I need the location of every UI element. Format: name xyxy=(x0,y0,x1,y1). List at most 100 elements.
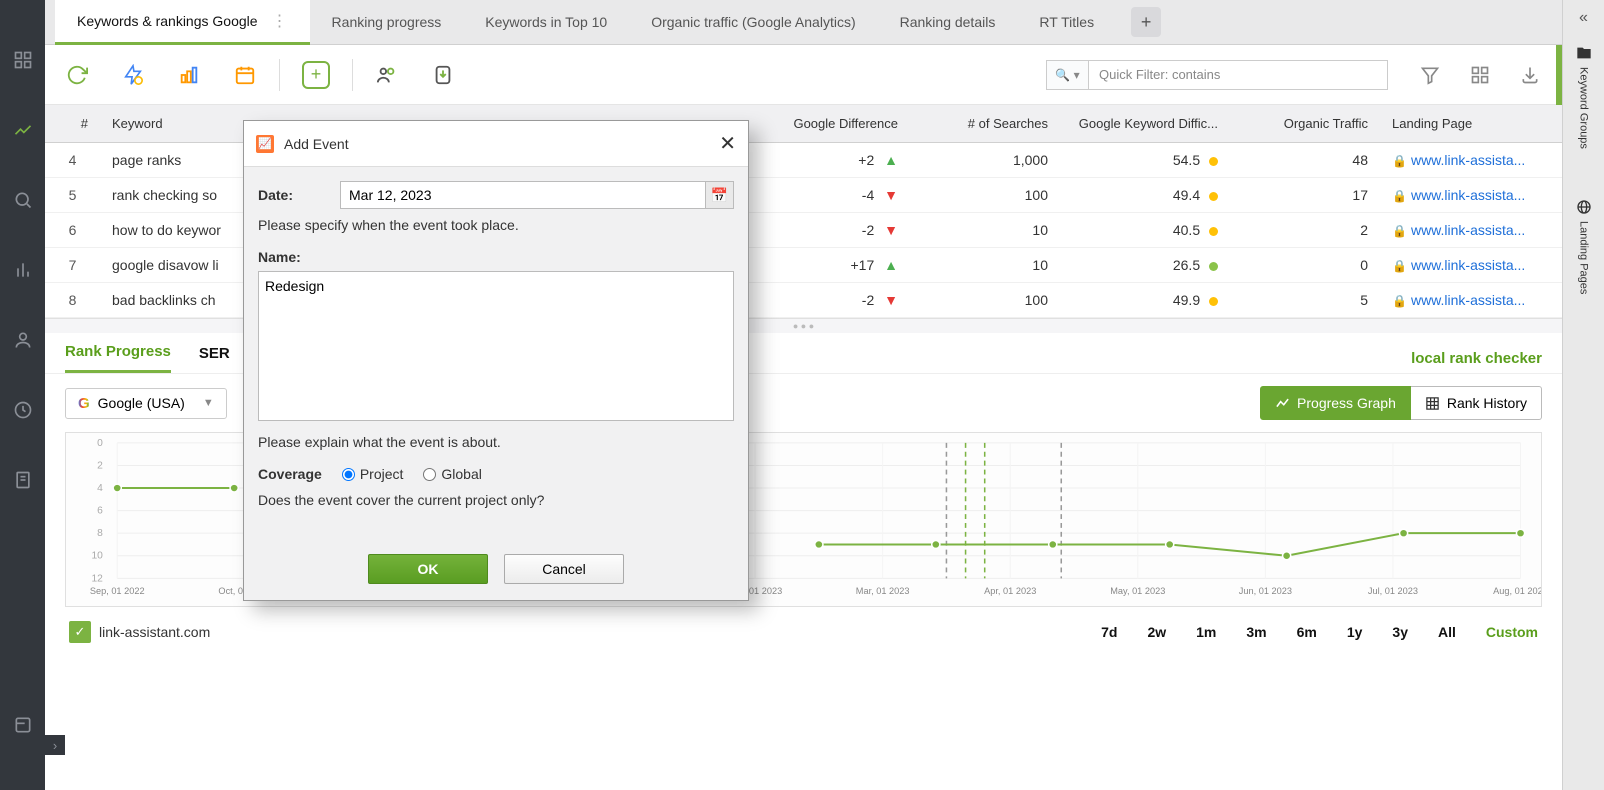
svg-text:2: 2 xyxy=(97,461,103,472)
tab-menu-icon[interactable]: ⋮ xyxy=(272,11,288,31)
cell-landing-page[interactable]: 🔒www.link-assista... xyxy=(1380,248,1562,283)
add-keyword-button[interactable]: + xyxy=(302,61,330,89)
tab-ser[interactable]: SER xyxy=(199,345,230,372)
modal-titlebar[interactable]: 📈 Add Event ✕ xyxy=(244,121,748,167)
col-searches[interactable]: # of Searches xyxy=(910,105,1060,143)
cell-gkd: 49.4 xyxy=(1060,178,1230,213)
svg-text:6: 6 xyxy=(97,506,103,517)
tab-label: Keywords & rankings Google xyxy=(77,13,258,29)
range-custom[interactable]: Custom xyxy=(1486,624,1538,640)
left-nav xyxy=(0,0,45,790)
update-keywords-icon[interactable] xyxy=(121,63,145,87)
nav-grid-icon[interactable] xyxy=(0,25,45,95)
range-3m[interactable]: 3m xyxy=(1246,624,1266,640)
svg-text:May, 01 2023: May, 01 2023 xyxy=(1110,586,1165,596)
sidebar-expand-icon[interactable]: › xyxy=(45,735,65,755)
chevron-down-icon: ▼ xyxy=(203,397,214,409)
date-label: Date: xyxy=(258,187,334,203)
cell-num: 6 xyxy=(45,213,100,248)
col-num[interactable]: # xyxy=(45,105,100,143)
search-mode-dropdown[interactable]: 🔍 ▾ xyxy=(1046,60,1088,90)
range-1y[interactable]: 1y xyxy=(1347,624,1363,640)
nav-rank-tracker-icon[interactable] xyxy=(0,95,45,165)
cell-searches: 100 xyxy=(910,178,1060,213)
cell-landing-page[interactable]: 🔒www.link-assista... xyxy=(1380,178,1562,213)
rtab-keyword-groups[interactable]: Keyword Groups xyxy=(1576,35,1592,159)
tab-keywords-rankings[interactable]: Keywords & rankings Google ⋮ xyxy=(55,0,310,45)
svg-text:Sep, 01 2022: Sep, 01 2022 xyxy=(90,586,145,596)
range-6m[interactable]: 6m xyxy=(1297,624,1317,640)
refresh-rankings-icon[interactable] xyxy=(65,63,89,87)
coverage-global-radio[interactable]: Global xyxy=(423,466,481,482)
lock-icon: 🔒 xyxy=(1392,224,1407,238)
lock-icon: 🔒 xyxy=(1392,259,1407,273)
cell-landing-page[interactable]: 🔒www.link-assista... xyxy=(1380,143,1562,178)
col-organic[interactable]: Organic Traffic xyxy=(1230,105,1380,143)
col-google-diff[interactable]: Google Difference xyxy=(740,105,910,143)
tab-ranking-progress[interactable]: Ranking progress xyxy=(310,0,464,45)
nav-search-icon[interactable] xyxy=(0,165,45,235)
filter-icon[interactable] xyxy=(1418,63,1442,87)
cancel-button[interactable]: Cancel xyxy=(504,554,624,584)
ok-button[interactable]: OK xyxy=(368,554,488,584)
tab-label: Ranking progress xyxy=(332,14,442,30)
right-collapse-icon[interactable]: « xyxy=(1563,0,1604,35)
cell-diff: +17 ▲ xyxy=(740,248,910,283)
cell-landing-page[interactable]: 🔒www.link-assista... xyxy=(1380,213,1562,248)
rtab-landing-pages[interactable]: Landing Pages xyxy=(1576,189,1592,304)
svg-text:Mar, 01 2023: Mar, 01 2023 xyxy=(856,586,910,596)
calendar-icon[interactable]: 📅 xyxy=(706,181,734,209)
cell-searches: 10 xyxy=(910,213,1060,248)
tab-rank-progress[interactable]: Rank Progress xyxy=(65,343,171,373)
cell-diff: -2 ▼ xyxy=(740,213,910,248)
search-engine-select[interactable]: G Google (USA) ▼ xyxy=(65,388,227,419)
range-2w[interactable]: 2w xyxy=(1147,624,1166,640)
progress-graph-button[interactable]: Progress Graph xyxy=(1260,386,1411,420)
view-label: Rank History xyxy=(1447,395,1527,411)
schedule-icon[interactable] xyxy=(233,63,257,87)
range-3y[interactable]: 3y xyxy=(1392,624,1408,640)
modal-close-button[interactable]: ✕ xyxy=(719,131,736,156)
nav-notes-icon[interactable] xyxy=(0,690,45,760)
toolbar: + 🔍 ▾ xyxy=(45,45,1562,105)
nav-competitors-icon[interactable] xyxy=(0,305,45,375)
name-label: Name: xyxy=(258,249,334,265)
cell-landing-page[interactable]: 🔒www.link-assista... xyxy=(1380,283,1562,318)
tab-rt-titles[interactable]: RT Titles xyxy=(1017,0,1116,45)
event-name-textarea[interactable] xyxy=(258,271,734,421)
tab-label: Ranking details xyxy=(900,14,996,30)
range-1m[interactable]: 1m xyxy=(1196,624,1216,640)
rank-history-button[interactable]: Rank History xyxy=(1411,386,1542,420)
cell-organic: 0 xyxy=(1230,248,1380,283)
quick-filter-input[interactable] xyxy=(1088,60,1388,90)
export-icon[interactable] xyxy=(431,63,455,87)
col-gkd[interactable]: Google Keyword Diffic... xyxy=(1060,105,1230,143)
add-tab-button[interactable]: + xyxy=(1131,7,1161,37)
nav-domain-icon[interactable] xyxy=(0,375,45,445)
google-logo-icon: G xyxy=(78,395,90,412)
col-landing-page[interactable]: Landing Page xyxy=(1380,105,1562,143)
tab-label: Keywords in Top 10 xyxy=(485,14,607,30)
nav-pages-icon[interactable] xyxy=(0,445,45,515)
cell-searches: 1,000 xyxy=(910,143,1060,178)
coverage-project-radio[interactable]: Project xyxy=(342,466,404,482)
cell-num: 7 xyxy=(45,248,100,283)
add-event-modal: 📈 Add Event ✕ Date: 📅 Please specify whe… xyxy=(243,120,749,601)
tab-organic-traffic[interactable]: Organic traffic (Google Analytics) xyxy=(629,0,877,45)
svg-text:Aug, 01 2023: Aug, 01 2023 xyxy=(1493,586,1541,596)
date-range-row: ✓ link-assistant.com 7d 2w 1m 3m 6m 1y 3… xyxy=(45,607,1562,657)
cell-organic: 17 xyxy=(1230,178,1380,213)
columns-icon[interactable] xyxy=(1468,63,1492,87)
event-date-input[interactable] xyxy=(340,181,706,209)
nav-reports-icon[interactable] xyxy=(0,235,45,305)
modal-title-text: Add Event xyxy=(284,136,349,152)
tab-keywords-top10[interactable]: Keywords in Top 10 xyxy=(463,0,629,45)
competitors-icon[interactable] xyxy=(375,63,399,87)
cell-organic: 48 xyxy=(1230,143,1380,178)
range-7d[interactable]: 7d xyxy=(1101,624,1117,640)
update-traffic-icon[interactable] xyxy=(177,63,201,87)
download-icon[interactable] xyxy=(1518,63,1542,87)
search-engine-label: Google (USA) xyxy=(98,395,185,411)
range-all[interactable]: All xyxy=(1438,624,1456,640)
tab-ranking-details[interactable]: Ranking details xyxy=(878,0,1018,45)
